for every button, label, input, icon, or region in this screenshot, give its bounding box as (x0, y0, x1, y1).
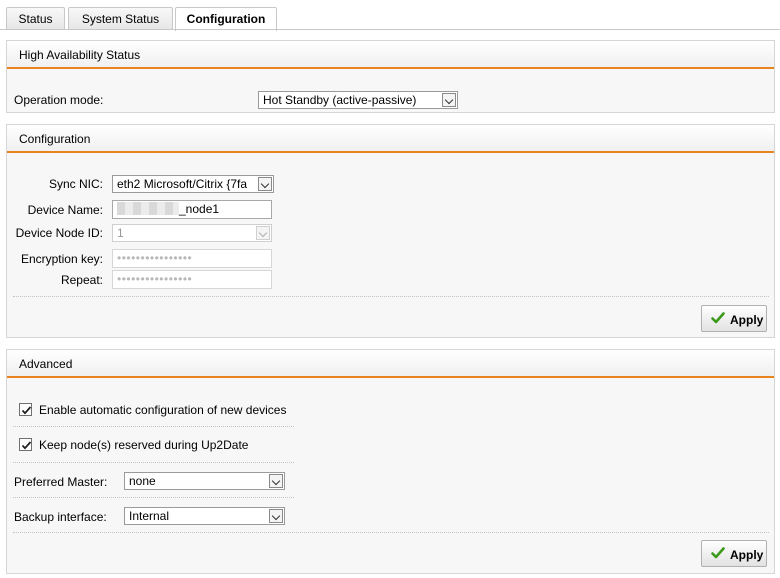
preferred-master-label: Preferred Master: (14, 475, 108, 489)
divider (13, 462, 294, 463)
preferred-master-select[interactable]: none (124, 472, 285, 490)
encryption-key-label: Encryption key: (20, 252, 103, 266)
divider (13, 426, 294, 427)
chevron-down-icon (442, 93, 456, 107)
keep-reserved-label: Keep node(s) reserved during Up2Date (39, 438, 249, 452)
auto-config-label: Enable automatic configuration of new de… (39, 403, 287, 417)
encryption-key-input: •••••••••••••••• (112, 249, 272, 268)
apply-label: Apply (730, 313, 764, 327)
configuration-title: Configuration (7, 125, 774, 153)
auto-config-checkbox[interactable] (19, 403, 32, 416)
divider (13, 296, 769, 297)
tab-system-status[interactable]: System Status (68, 7, 173, 30)
sync-nic-select[interactable]: eth2 Microsoft/Citrix {7fa (112, 175, 274, 193)
device-name-label: Device Name: (27, 203, 103, 217)
device-name-input[interactable]: _node1 (112, 200, 272, 219)
advanced-apply-button[interactable]: Apply (701, 540, 767, 567)
sync-nic-label: Sync NIC: (48, 177, 103, 191)
tab-configuration[interactable]: Configuration (175, 7, 277, 31)
device-node-id-value: 1 (117, 226, 124, 240)
chevron-down-icon (269, 509, 283, 523)
ha-status-title: High Availability Status (7, 41, 774, 69)
advanced-panel: Advanced Enable automatic configuration … (6, 349, 775, 574)
device-node-id-select: 1 (112, 224, 272, 242)
backup-interface-value: Internal (129, 509, 170, 523)
sync-nic-value: eth2 Microsoft/Citrix {7fa (117, 177, 248, 191)
check-mark-icon (21, 441, 32, 450)
apply-label: Apply (730, 548, 764, 562)
ha-status-panel: High Availability Status Operation mode:… (6, 40, 775, 113)
operation-mode-select[interactable]: Hot Standby (active-passive) (258, 91, 458, 109)
keep-reserved-checkbox[interactable] (19, 438, 32, 451)
configuration-apply-button[interactable]: Apply (701, 305, 767, 332)
configuration-panel: Configuration Sync NIC: eth2 Microsoft/C… (6, 124, 775, 338)
tab-status[interactable]: Status (6, 7, 65, 30)
chevron-down-icon (256, 226, 270, 240)
device-name-suffix: _node1 (179, 202, 220, 216)
backup-interface-label: Backup interface: (14, 510, 107, 524)
redacted-text (117, 202, 179, 215)
check-mark-icon (21, 406, 32, 415)
backup-interface-select[interactable]: Internal (124, 507, 285, 525)
advanced-title: Advanced (7, 350, 774, 378)
divider (13, 497, 294, 498)
operation-mode-value: Hot Standby (active-passive) (263, 93, 417, 107)
divider (13, 532, 769, 533)
device-node-id-label: Device Node ID: (15, 226, 103, 240)
operation-mode-label: Operation mode: (14, 93, 104, 107)
checkmark-icon (711, 547, 725, 559)
checkmark-icon (711, 312, 725, 324)
repeat-key-input: •••••••••••••••• (112, 270, 272, 289)
chevron-down-icon (258, 177, 272, 191)
tab-divider (0, 29, 780, 30)
chevron-down-icon (269, 474, 283, 488)
repeat-label: Repeat: (60, 273, 103, 287)
preferred-master-value: none (129, 474, 156, 488)
